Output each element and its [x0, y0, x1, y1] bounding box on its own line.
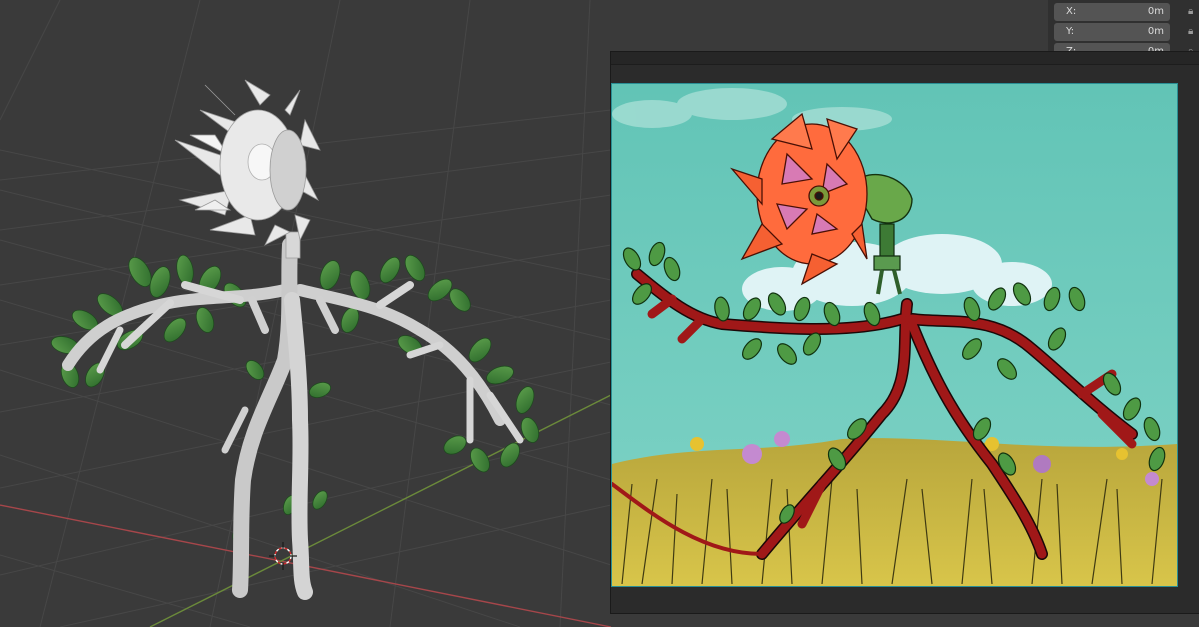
transform-panel: X: 0m 🔒︎ Y: 0m 🔒︎ Z: 0m 🔒︎: [1048, 0, 1199, 54]
location-x-field[interactable]: X: 0m: [1054, 3, 1170, 21]
reference-image-window[interactable]: [611, 52, 1199, 613]
plant-model[interactable]: [49, 79, 542, 600]
lock-icon[interactable]: 🔒︎: [1188, 6, 1198, 18]
location-x-label: X:: [1066, 6, 1077, 17]
location-y-label: Y:: [1066, 26, 1075, 37]
y-axis-line: [149, 394, 612, 627]
location-y-value: 0m: [1147, 26, 1164, 37]
image-window-header[interactable]: [611, 52, 1199, 65]
reference-illustration: [611, 83, 1178, 587]
lock-icon[interactable]: 🔒︎: [1188, 26, 1198, 38]
location-y-field[interactable]: Y: 0m: [1054, 23, 1170, 41]
location-x-value: 0m: [1147, 6, 1164, 17]
